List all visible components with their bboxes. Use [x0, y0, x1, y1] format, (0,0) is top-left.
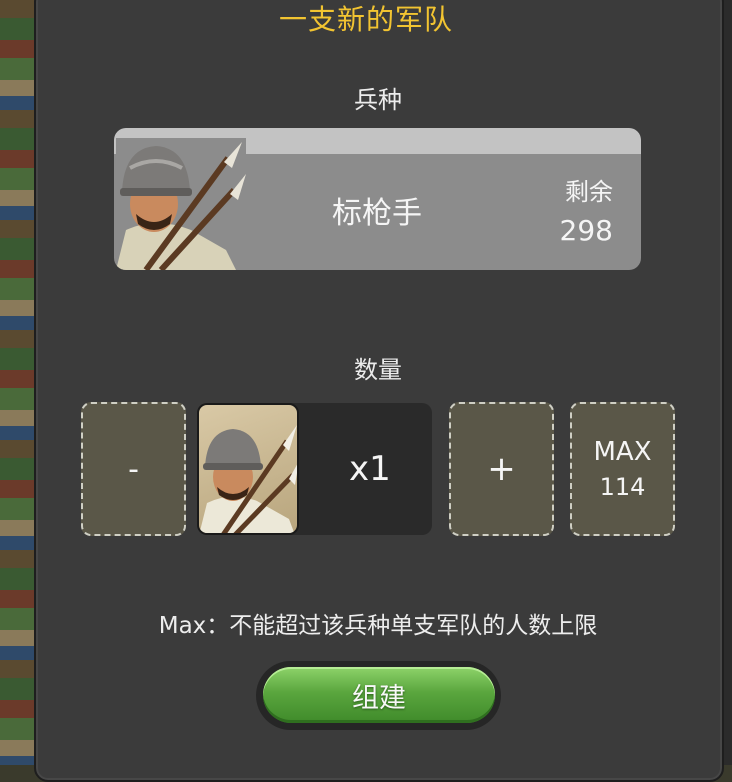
- increase-button[interactable]: +: [449, 402, 554, 536]
- javelineer-thumbnail: [197, 403, 299, 535]
- unit-name: 标枪手: [332, 196, 422, 231]
- unit-card[interactable]: 标枪手 剩余 298: [114, 128, 641, 270]
- build-button[interactable]: 组建: [263, 667, 495, 723]
- max-value: 114: [599, 473, 646, 501]
- unit-type-label: 兵种: [354, 86, 402, 114]
- remaining-value: 298: [559, 214, 613, 247]
- dialog-title: 一支新的军队: [278, 3, 453, 36]
- javelineer-portrait: [116, 138, 246, 270]
- quantity-label: 数量: [354, 356, 402, 384]
- decrease-button[interactable]: -: [81, 402, 186, 536]
- max-button[interactable]: MAX 114: [570, 402, 675, 536]
- max-note: Max：不能超过该兵种单支军队的人数上限: [158, 613, 598, 639]
- remaining-label: 剩余: [565, 178, 613, 206]
- max-label: MAX: [593, 437, 652, 467]
- quantity-value: x1: [349, 449, 391, 489]
- quantity-display: x1: [197, 403, 432, 535]
